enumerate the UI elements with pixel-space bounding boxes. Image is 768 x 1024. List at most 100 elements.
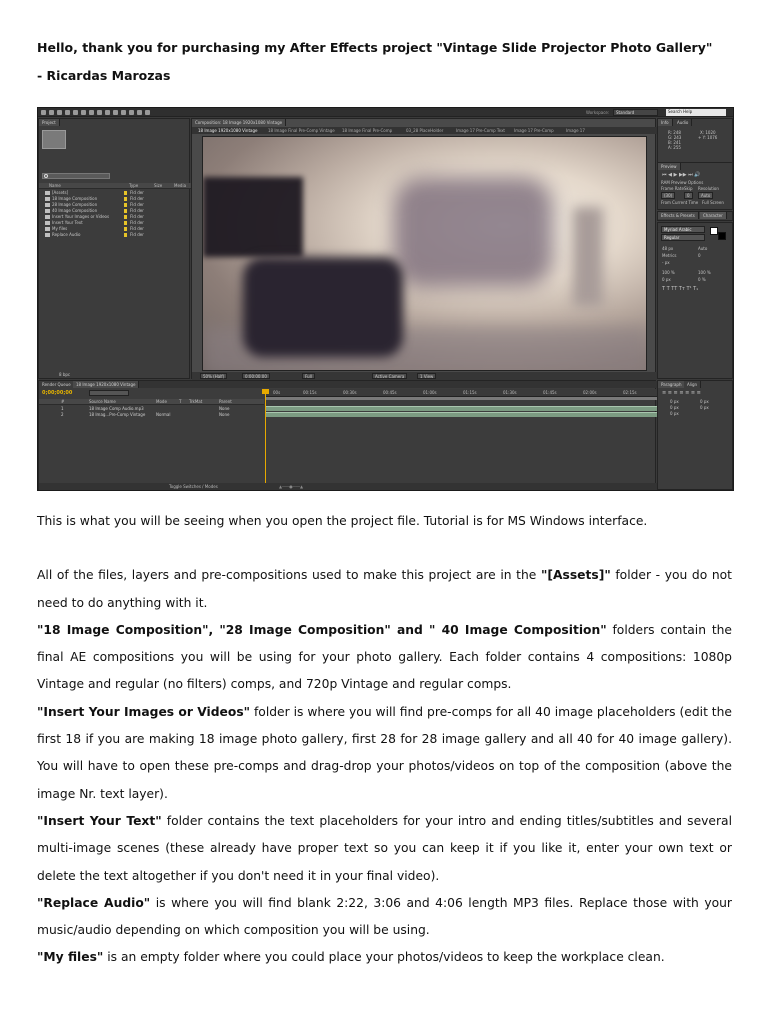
tab-timeline-comp[interactable]: 18 Image 1920x1080 Vintage — [73, 381, 140, 388]
pan-behind-tool-icon[interactable] — [81, 110, 86, 115]
baseline-shift-value[interactable]: 0 px — [662, 277, 671, 282]
my-files-folder-name: "My files" — [37, 950, 104, 965]
puppet-tool-icon[interactable] — [145, 110, 150, 115]
font-style-select[interactable]: Regular — [661, 234, 705, 241]
tab-info[interactable]: Info — [658, 119, 673, 126]
roto-brush-tool-icon[interactable] — [137, 110, 142, 115]
ram-preview-options[interactable]: RAM Preview Options — [661, 180, 703, 185]
camera-tool-icon[interactable] — [73, 110, 78, 115]
tab-audio[interactable]: Audio — [674, 119, 693, 126]
tsume-value[interactable]: 0 % — [698, 277, 706, 282]
preview-panel: Preview ⏮ ◀ ▶ ▶▶ ⏭ 🔊 RAM Preview Options… — [657, 162, 733, 210]
leading-value[interactable]: Auto — [698, 246, 707, 251]
clone-tool-icon[interactable] — [121, 110, 126, 115]
layer-mode[interactable]: Normal — [156, 412, 170, 418]
time-ruler[interactable]: 00s 00:15s 00:30s 00:45s 01:00s 01:15s 0… — [265, 389, 657, 397]
column-name[interactable]: Name — [49, 183, 61, 189]
tab-project[interactable]: Project — [39, 119, 60, 126]
indent-right-value[interactable]: 0 px — [700, 399, 709, 404]
pen-tool-icon[interactable] — [97, 110, 102, 115]
comp-tab-2[interactable]: 18 Image Final Pre-Comp Vintage — [266, 127, 337, 134]
label-color — [124, 191, 127, 195]
after-effects-screenshot: Workspace: Standard Search Help Project … — [37, 107, 734, 491]
label-color — [124, 203, 127, 207]
bpc-indicator[interactable]: 8 bpc — [59, 372, 70, 377]
skip-field[interactable]: 0 — [684, 192, 693, 199]
space-before-value[interactable]: 0 px — [670, 405, 679, 410]
magnification-select[interactable]: 50% (Half) — [200, 373, 228, 379]
text-style-buttons-icon[interactable]: T T TT Tт T¹ T₁ — [662, 286, 698, 292]
space-after-value[interactable]: 0 px — [700, 405, 709, 410]
stroke-color-swatch[interactable] — [718, 232, 726, 240]
ruler-tick: 00:45s — [383, 390, 397, 395]
search-help-input[interactable]: Search Help — [666, 109, 726, 116]
font-family-select[interactable]: Myriad Arabic — [661, 226, 705, 233]
current-timecode[interactable]: 0;00;00;00 — [42, 390, 72, 396]
timeline-search-input[interactable] — [89, 390, 129, 396]
comp-tab-4[interactable]: 03_28 PlaceHolder — [404, 127, 445, 134]
brush-tool-icon[interactable] — [113, 110, 118, 115]
font-size-value[interactable]: 48 px — [662, 246, 673, 251]
resolution-select[interactable]: Full — [302, 373, 315, 379]
comp-tab-1[interactable]: 18 Image 1920x1080 Vintage — [196, 127, 259, 134]
tab-composition[interactable]: Composition: 18 Image 1920x1080 Vintage — [192, 119, 287, 126]
resolution-select[interactable]: Auto — [698, 192, 714, 199]
layer-duration-bar[interactable] — [265, 412, 657, 417]
column-type[interactable]: Type — [129, 183, 138, 189]
tracking-value[interactable]: 0 — [698, 253, 701, 258]
column-media[interactable]: Media — [174, 183, 186, 189]
toggle-switches-modes-button[interactable]: Toggle Switches / Modes — [169, 484, 218, 489]
layer-parent[interactable]: None — [219, 412, 229, 418]
tab-paragraph[interactable]: Paragraph — [658, 381, 686, 388]
vertical-scale-value[interactable]: 100 % — [662, 270, 675, 275]
fill-color-swatch[interactable] — [710, 227, 718, 235]
rotate-tool-icon[interactable] — [65, 110, 70, 115]
comp-breadcrumb: 18 Image 1920x1080 Vintage 18 Image Fina… — [192, 127, 657, 134]
from-current-time-checkbox[interactable]: From Current Time — [661, 200, 698, 205]
type-tool-icon[interactable] — [105, 110, 110, 115]
workspace-select[interactable]: Standard — [613, 109, 658, 116]
view-layout-select[interactable]: 1 View — [417, 373, 437, 379]
zoom-slider-icon[interactable]: ▲───●───▲ — [279, 484, 303, 489]
timeline-layer-row[interactable]: 2 18 Imag...Pre-Comp Vintage Normal None — [39, 412, 264, 418]
mask-tool-icon[interactable] — [89, 110, 94, 115]
tab-character[interactable]: Character — [700, 212, 727, 219]
playhead-handle[interactable] — [262, 389, 269, 394]
zoom-tool-icon[interactable] — [57, 110, 62, 115]
tab-effects-presets[interactable]: Effects & Presets — [658, 212, 699, 219]
paragraph-align-buttons-icon[interactable]: ≡ ≡ ≡ ≡ ≡ ≡ ≡ — [662, 390, 701, 396]
first-line-indent-value[interactable]: 0 px — [670, 411, 679, 416]
frame-rate-select[interactable]: (30) — [661, 192, 676, 199]
tab-render-queue[interactable]: Render Queue — [39, 381, 75, 388]
indent-left-value[interactable]: 0 px — [670, 399, 679, 404]
comp-tab-6[interactable]: Image 17 Pre-Comp — [512, 127, 556, 134]
comp-tab-3[interactable]: 18 Image Final Pre-Comp — [340, 127, 394, 134]
column-trkmat: TrkMat — [189, 399, 203, 404]
work-area-bar[interactable] — [265, 397, 657, 400]
current-time-display[interactable]: 0:00:00:00 — [242, 373, 270, 379]
tab-preview[interactable]: Preview — [658, 163, 681, 170]
kerning-value[interactable]: Metrics — [662, 253, 677, 258]
folder-icon — [45, 197, 50, 201]
camera-select[interactable]: Active Camera — [372, 373, 408, 379]
column-size[interactable]: Size — [154, 183, 162, 189]
layer-duration-bar[interactable] — [265, 406, 657, 411]
comp-tab-5[interactable]: Image 17 Pre-Comp Text — [454, 127, 507, 134]
selection-tool-icon[interactable] — [41, 110, 46, 115]
playback-controls-icon[interactable]: ⏮ ◀ ▶ ▶▶ ⏭ 🔊 — [662, 172, 701, 178]
hand-tool-icon[interactable] — [49, 110, 54, 115]
full-screen-checkbox[interactable]: Full Screen — [702, 200, 724, 205]
composition-frame-image[interactable] — [202, 136, 647, 371]
layer-number: 2 — [61, 412, 64, 417]
project-search-input[interactable] — [42, 173, 110, 179]
current-time-indicator[interactable] — [265, 389, 266, 490]
horizontal-scale-value[interactable]: 100 % — [698, 270, 711, 275]
assets-paragraph: All of the files, layers and pre-composi… — [37, 562, 732, 617]
eraser-tool-icon[interactable] — [129, 110, 134, 115]
info-alpha: A: 255 — [668, 145, 681, 150]
tab-align[interactable]: Align — [684, 381, 702, 388]
project-item-replace-audio[interactable]: Replace Audio Fld der — [41, 232, 188, 238]
comp-tab-7[interactable]: Image 17 — [564, 127, 587, 134]
stroke-width-value[interactable]: - px — [662, 260, 670, 265]
